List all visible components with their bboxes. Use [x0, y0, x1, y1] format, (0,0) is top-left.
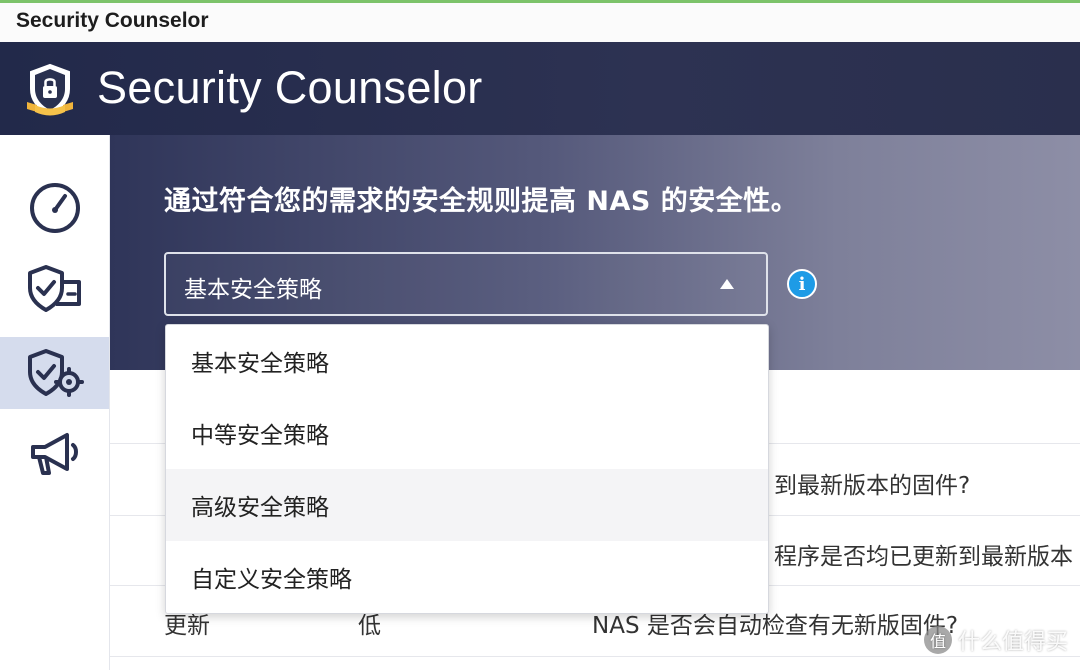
app-title: Security Counselor	[97, 62, 483, 113]
sidebar-item-security-policy[interactable]	[0, 337, 109, 409]
policy-dropdown-menu: 基本安全策略 中等安全策略 高级安全策略 自定义安全策略	[165, 324, 769, 614]
shield-gear-icon	[27, 349, 84, 397]
sidebar	[0, 135, 110, 670]
table-row-description: 程序是否均已更新到最新版本	[774, 544, 1073, 570]
info-icon[interactable]: i	[787, 269, 817, 299]
shield-lock-icon	[27, 63, 73, 116]
watermark-logo: 值	[923, 626, 952, 654]
policy-option-custom[interactable]: 自定义安全策略	[166, 541, 768, 613]
app-header: Security Counselor	[0, 42, 1080, 135]
megaphone-icon	[30, 433, 78, 475]
table-row-description: 到最新版本的固件?	[774, 473, 971, 499]
watermark: 值 什么值得买	[923, 624, 1068, 656]
sidebar-item-overview[interactable]	[0, 172, 109, 244]
shield-check-card-icon	[27, 265, 81, 312]
policy-option-advanced[interactable]: 高级安全策略	[166, 469, 768, 541]
policy-select-value: 基本安全策略	[184, 277, 322, 303]
policy-option-medium[interactable]: 中等安全策略	[166, 397, 768, 469]
hero-headline: 通过符合您的需求的安全规则提高 NAS 的安全性。	[164, 186, 799, 217]
sidebar-item-notifications[interactable]	[0, 418, 109, 490]
sidebar-item-security-checkup[interactable]	[0, 253, 109, 325]
policy-select[interactable]: 基本安全策略	[164, 252, 768, 316]
gauge-icon	[29, 183, 80, 233]
watermark-text: 什么值得买	[957, 630, 1068, 655]
policy-option-basic[interactable]: 基本安全策略	[166, 325, 768, 397]
caret-up-icon	[720, 279, 734, 289]
window-title: Security Counselor	[16, 9, 209, 32]
table-divider	[110, 656, 1080, 657]
app-window: Security Counselor Security Counselor 通过…	[0, 0, 1080, 670]
window-titlebar: Security Counselor	[0, 0, 1080, 42]
